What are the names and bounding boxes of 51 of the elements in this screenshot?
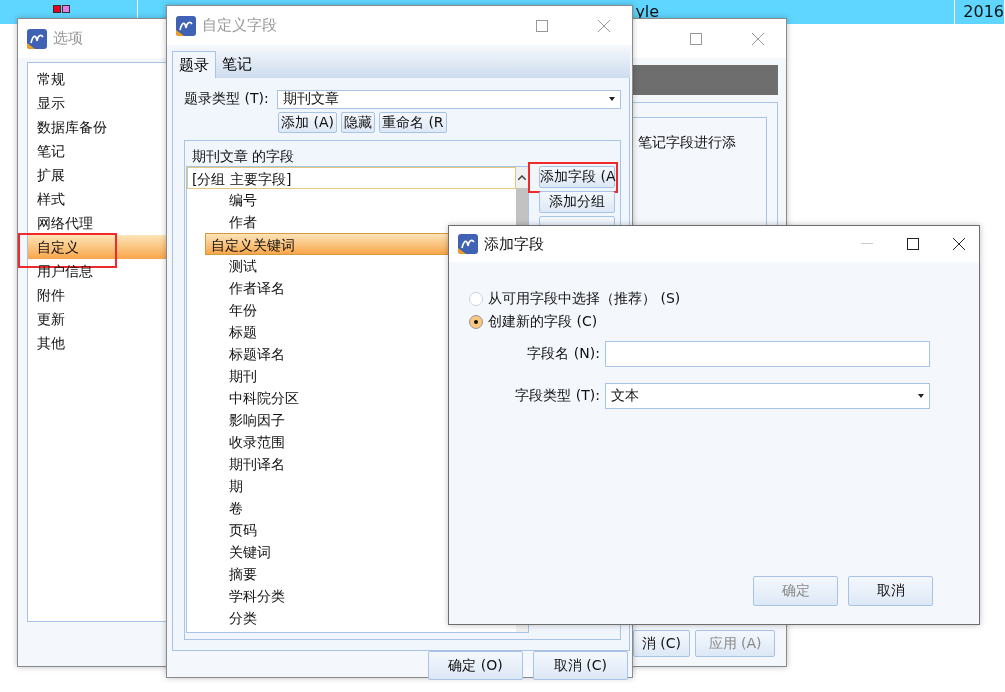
name-input-field[interactable] — [605, 341, 930, 367]
dialog-button[interactable]: 确定 (O) — [428, 651, 523, 680]
field-label: 字段名 (N): — [526, 345, 600, 363]
sidebar-item[interactable]: 显示 — [28, 91, 166, 115]
sidebar-item[interactable]: 用户信息 — [28, 259, 166, 283]
window-title: 自定义字段 — [202, 16, 277, 35]
toolbar-button[interactable]: 添加 (A) — [278, 112, 337, 133]
field-item[interactable]: 作者 — [205, 211, 516, 233]
close-icon[interactable] — [953, 238, 965, 250]
sidebar-item[interactable]: 常规 — [28, 67, 166, 91]
dialog-button[interactable]: 消 (C) — [633, 630, 690, 657]
caret-icon — [609, 97, 615, 101]
tab[interactable]: 笔记 — [216, 51, 258, 78]
window-title: 选项 — [53, 29, 83, 48]
sidebar-item[interactable]: 附件 — [28, 283, 166, 307]
sidebar-item[interactable]: 扩展 — [28, 163, 166, 187]
minimize-icon[interactable] — [861, 243, 873, 245]
sidebar-item[interactable]: 数据库备份 — [28, 115, 166, 139]
sidebar-item[interactable]: 更新 — [28, 307, 166, 331]
sidebar-item[interactable]: 网络代理 — [28, 211, 166, 235]
tab[interactable]: 题录 — [172, 51, 216, 78]
panel-text: 笔记字段进行添 — [638, 134, 737, 152]
field-type-dropdown[interactable]: 文本 — [605, 383, 930, 409]
cell-text: yle — [635, 2, 660, 21]
record-type-dropdown[interactable]: 期刊文章 — [277, 89, 621, 109]
caret-icon — [918, 394, 924, 398]
sidebar-item[interactable]: 样式 — [28, 187, 166, 211]
dialog-button[interactable]: 取消 — [848, 576, 933, 606]
group-header-item[interactable]: [分组 主要字段] — [187, 167, 516, 189]
dialog-button[interactable]: 取消 (C) — [533, 651, 628, 680]
sidebar-item[interactable]: 自定义 — [28, 235, 166, 259]
app-icon — [176, 15, 196, 36]
maximize-icon[interactable] — [907, 238, 919, 250]
sidebar-item[interactable]: 其他 — [28, 331, 166, 355]
group-title: 期刊文章 的字段 — [191, 147, 296, 165]
cell-text: 2016 — [963, 2, 1004, 21]
app-icon — [458, 234, 478, 254]
side-button[interactable]: 添加分组 — [539, 191, 615, 213]
app-icon — [27, 28, 47, 49]
radio-button[interactable] — [469, 314, 483, 329]
radio-label: 创建新的字段 (C) — [488, 312, 598, 331]
radio-label: 从可用字段中选择（推荐） (S) — [488, 289, 681, 308]
field-label: 字段类型 (T): — [514, 387, 600, 405]
side-button[interactable]: 添加字段 (A — [539, 166, 615, 188]
scroll-up-icon[interactable] — [518, 175, 526, 180]
field-item[interactable]: 编号 — [205, 189, 516, 211]
sidebar-item[interactable]: 笔记 — [28, 139, 166, 163]
field-label: 题录类型 (T): — [184, 90, 270, 108]
toolbar-button[interactable]: 重命名 (R — [378, 112, 447, 133]
radio-button[interactable] — [469, 291, 483, 306]
toolbar-button[interactable]: 隐藏 — [340, 112, 375, 133]
